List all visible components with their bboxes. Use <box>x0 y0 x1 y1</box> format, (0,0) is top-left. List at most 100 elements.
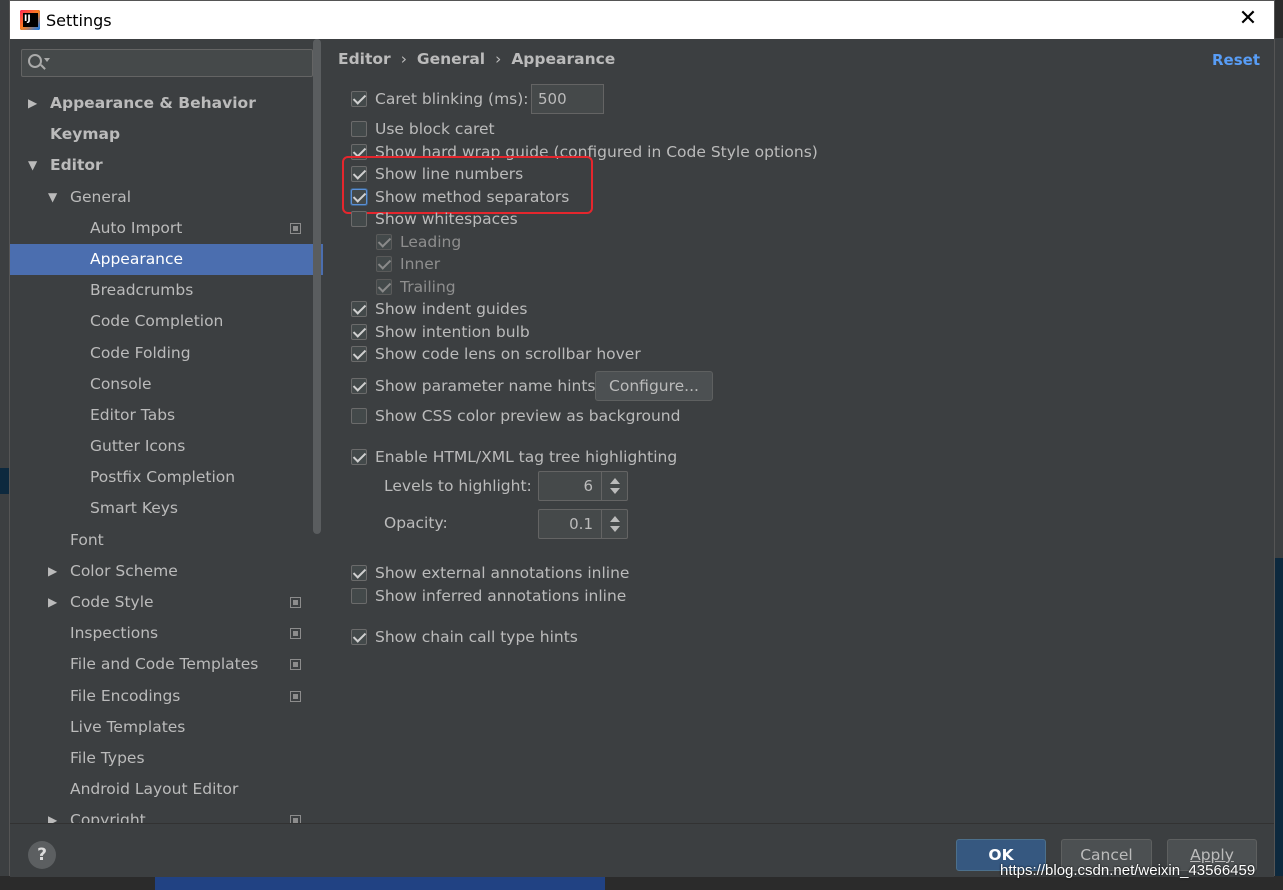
spinner-down-icon[interactable] <box>610 526 620 532</box>
levels-spinner[interactable]: 6 <box>538 471 628 501</box>
tree-item-console[interactable]: Console <box>10 369 323 400</box>
tree-item-gutter-icons[interactable]: Gutter Icons <box>10 431 323 462</box>
tree-item-live-templates[interactable]: Live Templates <box>10 712 323 743</box>
tree-item-label: Copyright <box>70 811 146 823</box>
spinner-down-icon[interactable] <box>610 488 620 494</box>
tree-item-label: Breadcrumbs <box>90 281 194 300</box>
tree-item-inspections[interactable]: Inspections <box>10 618 323 649</box>
project-level-icon <box>290 659 301 671</box>
whitespaces-checkbox[interactable] <box>351 211 367 227</box>
hard-wrap-guide-checkbox[interactable] <box>351 144 367 160</box>
close-icon[interactable]: ✕ <box>1236 7 1260 31</box>
collapsed-arrow-icon[interactable]: ▶ <box>28 88 37 119</box>
inferred-annotations-checkbox[interactable] <box>351 588 367 604</box>
levels-label: Levels to highlight: <box>384 477 532 495</box>
tree-item-label: Editor <box>50 156 103 175</box>
tree-item-font[interactable]: Font <box>10 525 323 556</box>
breadcrumb-item-editor[interactable]: Editor <box>338 50 391 68</box>
indent-guides-label: Show indent guides <box>375 300 528 318</box>
collapsed-arrow-icon[interactable]: ▶ <box>48 805 57 823</box>
code-lens-checkbox[interactable] <box>351 346 367 362</box>
tree-item-label: Smart Keys <box>90 499 178 518</box>
tree-item-label: File Types <box>70 748 145 767</box>
trailing-checkbox <box>376 279 392 295</box>
external-annotations-label: Show external annotations inline <box>375 564 630 582</box>
spinner-up-icon[interactable] <box>610 516 620 522</box>
search-dropdown-icon[interactable] <box>44 58 50 62</box>
tag-tree-checkbox[interactable] <box>351 449 367 465</box>
leading-checkbox <box>376 234 392 250</box>
tree-item-code-completion[interactable]: Code Completion <box>10 306 323 337</box>
tree-item-breadcrumbs[interactable]: Breadcrumbs <box>10 275 323 306</box>
tree-item-color-scheme[interactable]: ▶ Color Scheme <box>10 556 323 587</box>
tree-item-label: Color Scheme <box>70 561 178 580</box>
method-separators-checkbox[interactable] <box>351 189 367 205</box>
inner-checkbox <box>376 256 392 272</box>
tree-item-file-and-code-templates[interactable]: File and Code Templates <box>10 649 323 680</box>
block-caret-checkbox[interactable] <box>351 121 367 137</box>
tree-item-file-encodings[interactable]: File Encodings <box>10 681 323 712</box>
tree-item-code-folding[interactable]: Code Folding <box>10 338 323 369</box>
tree-scrollbar[interactable] <box>313 39 321 534</box>
breadcrumb-item-appearance: Appearance <box>511 50 616 68</box>
spinner-up-icon[interactable] <box>610 478 620 484</box>
collapsed-arrow-icon[interactable]: ▶ <box>48 587 57 618</box>
expanded-arrow-icon[interactable]: ▼ <box>48 182 57 213</box>
tree-item-label: Live Templates <box>70 717 186 736</box>
caret-blinking-ms-input[interactable]: 500 <box>531 84 604 114</box>
tree-item-smart-keys[interactable]: Smart Keys <box>10 493 323 524</box>
parameter-hints-label: Show parameter name hints <box>375 377 596 395</box>
window-title: Settings <box>46 11 112 30</box>
reset-link[interactable]: Reset <box>1212 51 1260 69</box>
tree-item-keymap[interactable]: Keymap <box>10 119 323 150</box>
inferred-annotations-label: Show inferred annotations inline <box>375 587 627 605</box>
parameter-hints-checkbox[interactable] <box>351 378 367 394</box>
tree-item-copyright[interactable]: ▶ Copyright <box>10 805 323 823</box>
css-preview-checkbox[interactable] <box>351 408 367 424</box>
caret-blinking-label: Caret blinking (ms): <box>375 90 529 108</box>
search-input[interactable] <box>21 49 313 77</box>
trailing-label: Trailing <box>400 278 456 296</box>
tree-item-appearance[interactable]: Appearance <box>10 243 323 276</box>
intention-bulb-label: Show intention bulb <box>375 323 530 341</box>
settings-tree: ▶ Appearance & Behavior Keymap ▼ Editor ▼ Gene… <box>10 88 323 823</box>
external-annotations-checkbox[interactable] <box>351 565 367 581</box>
tree-item-label: Console <box>90 374 152 393</box>
indent-guides-checkbox[interactable] <box>351 301 367 317</box>
configure-button[interactable]: Configure... <box>595 371 713 401</box>
watermark-url: https://blog.csdn.net/weixin_43566459 <box>1000 862 1256 879</box>
tree-item-label: Android Layout Editor <box>70 780 239 799</box>
breadcrumb-item-general[interactable]: General <box>417 50 485 68</box>
appearance-settings-panel: Editor › General › Appearance Reset Caret bl… <box>323 39 1274 823</box>
method-separators-label: Show method separators <box>375 188 570 206</box>
tree-item-general[interactable]: ▼ General <box>10 182 323 213</box>
opacity-label: Opacity: <box>384 514 448 532</box>
tree-item-auto-import[interactable]: Auto Import <box>10 213 323 244</box>
intention-bulb-checkbox[interactable] <box>351 324 367 340</box>
expanded-arrow-icon[interactable]: ▼ <box>28 150 37 181</box>
tree-item-label: Code Completion <box>90 312 224 331</box>
chain-call-hints-checkbox[interactable] <box>351 629 367 645</box>
tree-item-label: Editor Tabs <box>90 405 176 424</box>
tree-item-postfix-completion[interactable]: Postfix Completion <box>10 462 323 493</box>
tree-item-code-style[interactable]: ▶ Code Style <box>10 587 323 618</box>
tree-item-appearance-behavior[interactable]: ▶ Appearance & Behavior <box>10 88 323 119</box>
opacity-spinner[interactable]: 0.1 <box>538 509 628 539</box>
line-numbers-checkbox[interactable] <box>351 166 367 182</box>
collapsed-arrow-icon[interactable]: ▶ <box>48 556 57 587</box>
breadcrumb-separator: › <box>495 50 502 68</box>
tree-item-android-layout-editor[interactable]: Android Layout Editor <box>10 774 323 805</box>
intellij-app-icon <box>20 10 40 30</box>
caret-blinking-checkbox[interactable] <box>351 91 367 107</box>
project-level-icon <box>290 222 301 234</box>
tree-item-label: Appearance & Behavior <box>50 94 256 112</box>
tree-item-file-types[interactable]: File Types <box>10 743 323 774</box>
code-lens-label: Show code lens on scrollbar hover <box>375 345 641 363</box>
tree-item-editor-tabs[interactable]: Editor Tabs <box>10 400 323 431</box>
search-icon <box>28 54 42 68</box>
block-caret-label: Use block caret <box>375 120 495 138</box>
line-numbers-label: Show line numbers <box>375 165 524 183</box>
help-icon[interactable]: ? <box>28 841 56 869</box>
tree-item-editor[interactable]: ▼ Editor <box>10 150 323 181</box>
inner-label: Inner <box>400 255 441 273</box>
